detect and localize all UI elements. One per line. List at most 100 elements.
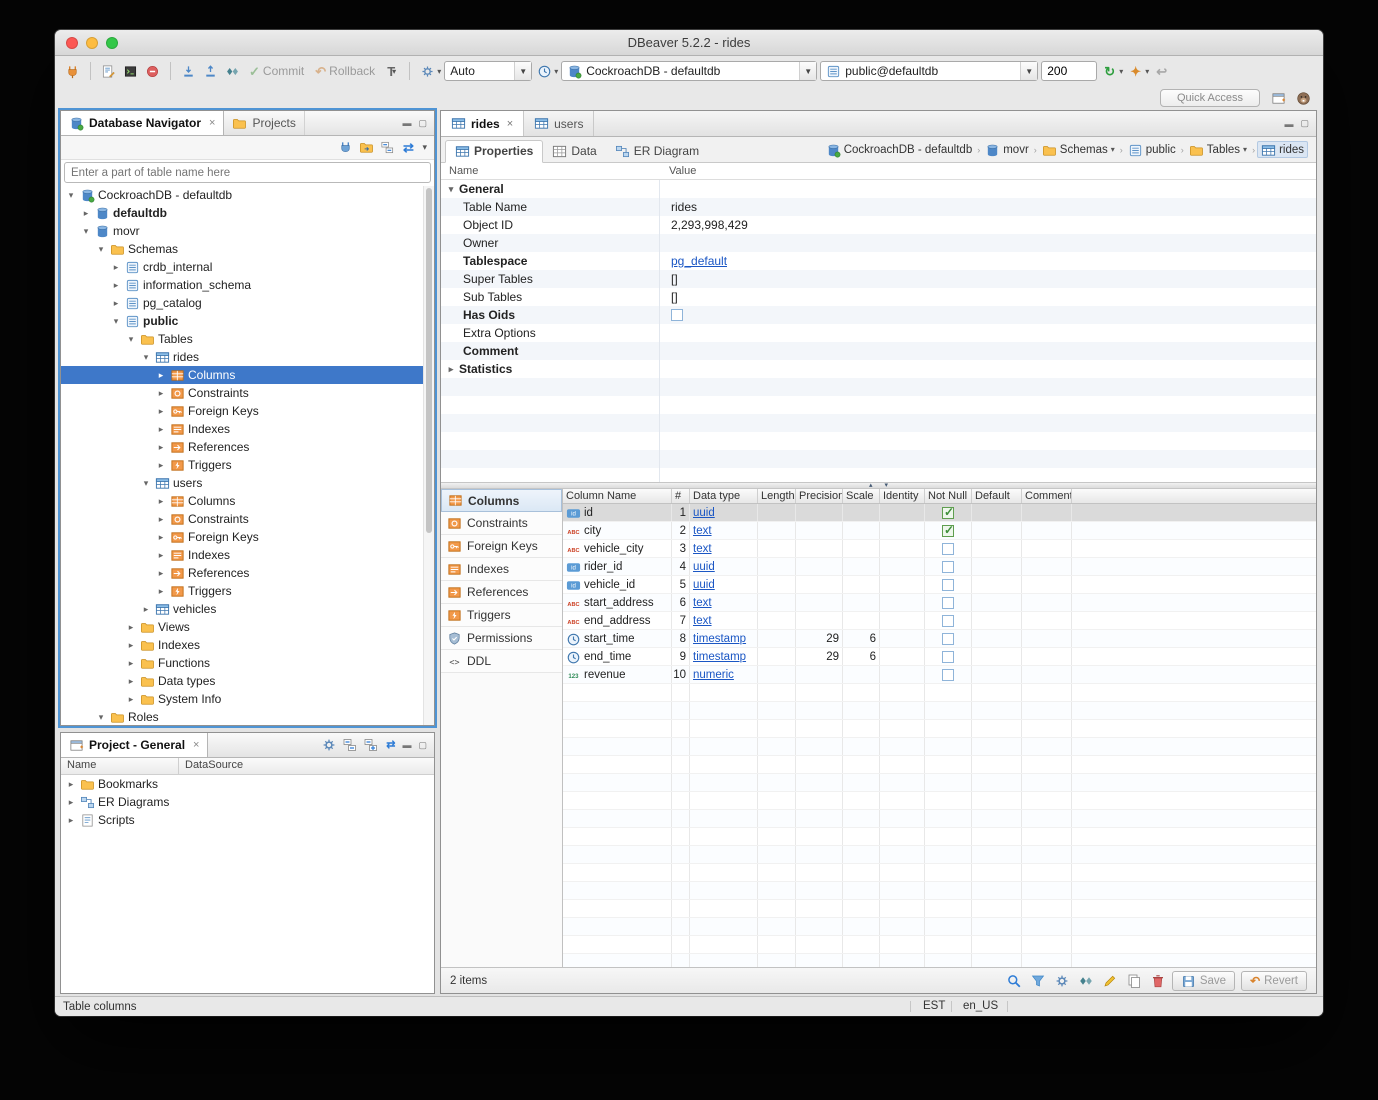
fetch-size-input[interactable] bbox=[1041, 61, 1097, 81]
cell-length[interactable] bbox=[758, 558, 796, 575]
connection-combo[interactable]: CockroachDB - defaultdb ▼ bbox=[561, 61, 817, 81]
data-type-link[interactable]: uuid bbox=[693, 507, 715, 519]
cell-precision[interactable] bbox=[796, 576, 843, 593]
column-row-start-address[interactable]: ABCstart_address6text bbox=[563, 594, 1316, 612]
save-button[interactable]: Save bbox=[1172, 971, 1235, 991]
column-header-name[interactable]: Name bbox=[61, 758, 179, 774]
cell-scale[interactable] bbox=[843, 666, 880, 683]
cell-precision[interactable]: 29 bbox=[796, 630, 843, 647]
cell-default[interactable] bbox=[972, 504, 1022, 521]
tree-expander-icon[interactable]: ▸ bbox=[140, 604, 152, 615]
data-type-link[interactable]: text bbox=[693, 615, 712, 627]
tree-expander-icon[interactable]: ▾ bbox=[140, 352, 152, 363]
cell-scale[interactable]: 6 bbox=[843, 630, 880, 647]
cell-data-type[interactable]: uuid bbox=[690, 504, 758, 521]
column-header-datasource[interactable]: DataSource bbox=[179, 758, 249, 774]
schema-combo[interactable]: public@defaultdb ▼ bbox=[820, 61, 1038, 81]
cell-length[interactable] bbox=[758, 594, 796, 611]
cell-column-name[interactable]: ABCend_address bbox=[563, 612, 672, 629]
breadcrumb-public[interactable]: public bbox=[1125, 142, 1179, 157]
cell-identity[interactable] bbox=[880, 648, 925, 665]
cell-length[interactable] bbox=[758, 576, 796, 593]
tree-expander-icon[interactable]: ▸ bbox=[65, 797, 77, 808]
cell-ordinal[interactable]: 5 bbox=[672, 576, 690, 593]
view-menu-dropdown[interactable]: ▾ bbox=[420, 142, 429, 153]
link-editor-icon[interactable]: ⇄ bbox=[386, 740, 395, 751]
tree-item-information-schema[interactable]: ▸information_schema bbox=[61, 276, 434, 294]
subtab-er-diagram[interactable]: ER Diagram bbox=[606, 140, 708, 163]
gear-icon[interactable] bbox=[1054, 973, 1070, 989]
splitter-down-icon[interactable]: ▾ bbox=[885, 482, 889, 489]
not-null-checkbox[interactable] bbox=[942, 615, 954, 627]
cell-precision[interactable] bbox=[796, 540, 843, 557]
import-data-icon[interactable] bbox=[179, 62, 198, 81]
tree-expander-icon[interactable]: ▸ bbox=[155, 532, 167, 543]
collapse-all-icon[interactable] bbox=[378, 139, 396, 157]
not-null-checkbox[interactable] bbox=[942, 507, 954, 519]
tree-item-pg-catalog[interactable]: ▸pg_catalog bbox=[61, 294, 434, 312]
cell-ordinal[interactable]: 2 bbox=[672, 522, 690, 539]
tree-expander-icon[interactable]: ▸ bbox=[155, 406, 167, 417]
cell-not-null[interactable] bbox=[925, 612, 972, 629]
cell-comment[interactable] bbox=[1022, 540, 1072, 557]
cell-default[interactable] bbox=[972, 540, 1022, 557]
data-type-link[interactable]: text bbox=[693, 543, 712, 555]
has-oids-checkbox[interactable] bbox=[671, 309, 683, 321]
folder-link-icon[interactable] bbox=[357, 139, 375, 157]
detail-tab-foreign-keys[interactable]: Foreign Keys bbox=[441, 535, 562, 558]
cell-identity[interactable] bbox=[880, 504, 925, 521]
timezone-indicator[interactable]: EST bbox=[923, 1000, 945, 1012]
tree-item-views[interactable]: ▸Views bbox=[61, 618, 434, 636]
chevron-down-icon[interactable]: ▾ bbox=[1243, 145, 1247, 154]
cell-default[interactable] bbox=[972, 630, 1022, 647]
detail-tab-indexes[interactable]: Indexes bbox=[441, 558, 562, 581]
tree-item-users[interactable]: ▾users bbox=[61, 474, 434, 492]
cell-not-null[interactable] bbox=[925, 648, 972, 665]
tree-item-references[interactable]: ▸References bbox=[61, 438, 434, 456]
copy-icon[interactable] bbox=[1126, 973, 1142, 989]
cell-length[interactable] bbox=[758, 648, 796, 665]
cell-identity[interactable] bbox=[880, 594, 925, 611]
cell-default[interactable] bbox=[972, 558, 1022, 575]
not-null-checkbox[interactable] bbox=[942, 561, 954, 573]
close-button[interactable] bbox=[66, 37, 78, 49]
tree-item-foreign-keys[interactable]: ▸Foreign Keys bbox=[61, 402, 434, 420]
column-header-column-name[interactable]: Column Name bbox=[563, 489, 672, 503]
detail-tab-references[interactable]: References bbox=[441, 581, 562, 604]
tree-item-foreign-keys[interactable]: ▸Foreign Keys bbox=[61, 528, 434, 546]
cell-not-null[interactable] bbox=[925, 504, 972, 521]
tree-expander-icon[interactable]: ▸ bbox=[155, 388, 167, 399]
subtab-properties[interactable]: Properties bbox=[445, 140, 543, 163]
cell-data-type[interactable]: timestamp bbox=[690, 648, 758, 665]
cell-comment[interactable] bbox=[1022, 648, 1072, 665]
tree-expander-icon[interactable]: ▸ bbox=[125, 640, 137, 651]
table-filter-input[interactable] bbox=[64, 162, 431, 183]
column-row-vehicle-city[interactable]: ABCvehicle_city3text bbox=[563, 540, 1316, 558]
tree-expander-icon[interactable]: ▸ bbox=[155, 496, 167, 507]
cell-comment[interactable] bbox=[1022, 504, 1072, 521]
tree-item-defaultdb[interactable]: ▸defaultdb bbox=[61, 204, 434, 222]
cell-scale[interactable] bbox=[843, 558, 880, 575]
detail-tab-ddl[interactable]: <>DDL bbox=[441, 650, 562, 673]
tab-projects[interactable]: Projects bbox=[224, 111, 304, 135]
not-null-checkbox[interactable] bbox=[942, 579, 954, 591]
editor-tab-rides[interactable]: rides× bbox=[441, 111, 524, 136]
data-type-link[interactable]: uuid bbox=[693, 579, 715, 591]
group-expander-icon[interactable]: ▾ bbox=[445, 184, 457, 195]
compare-data-icon[interactable] bbox=[223, 62, 242, 81]
tree-expander-icon[interactable]: ▸ bbox=[155, 442, 167, 453]
cell-column-name[interactable]: start_time bbox=[563, 630, 672, 647]
tab-project-general[interactable]: Project - General × bbox=[61, 733, 208, 757]
editor-tab-users[interactable]: users bbox=[524, 111, 594, 136]
cell-data-type[interactable]: numeric bbox=[690, 666, 758, 683]
new-connection-icon[interactable] bbox=[63, 62, 82, 81]
not-null-checkbox[interactable] bbox=[942, 525, 954, 537]
cell-identity[interactable] bbox=[880, 666, 925, 683]
tree-expander-icon[interactable]: ▾ bbox=[125, 334, 137, 345]
edit-icon[interactable] bbox=[1102, 973, 1118, 989]
cell-ordinal[interactable]: 6 bbox=[672, 594, 690, 611]
property-group-general[interactable]: ▾General bbox=[441, 180, 1316, 198]
tree-expander-icon[interactable]: ▸ bbox=[65, 815, 77, 826]
minimize-view-button[interactable]: ▬ bbox=[402, 118, 411, 128]
cell-comment[interactable] bbox=[1022, 594, 1072, 611]
